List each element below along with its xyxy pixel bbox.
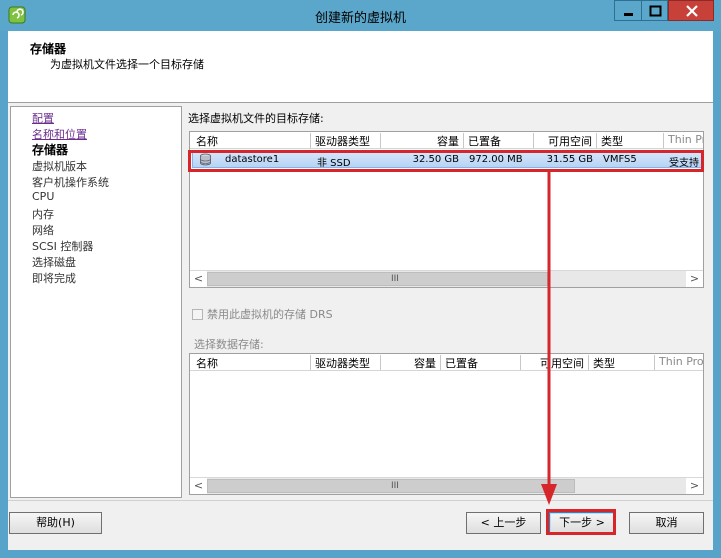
wizard-window: 创建新的虚拟机 存储器 为虚拟机文件选择一个目标存储 配置 名称和位置 存储器 …	[0, 0, 721, 558]
annotation-arrow	[541, 172, 557, 505]
